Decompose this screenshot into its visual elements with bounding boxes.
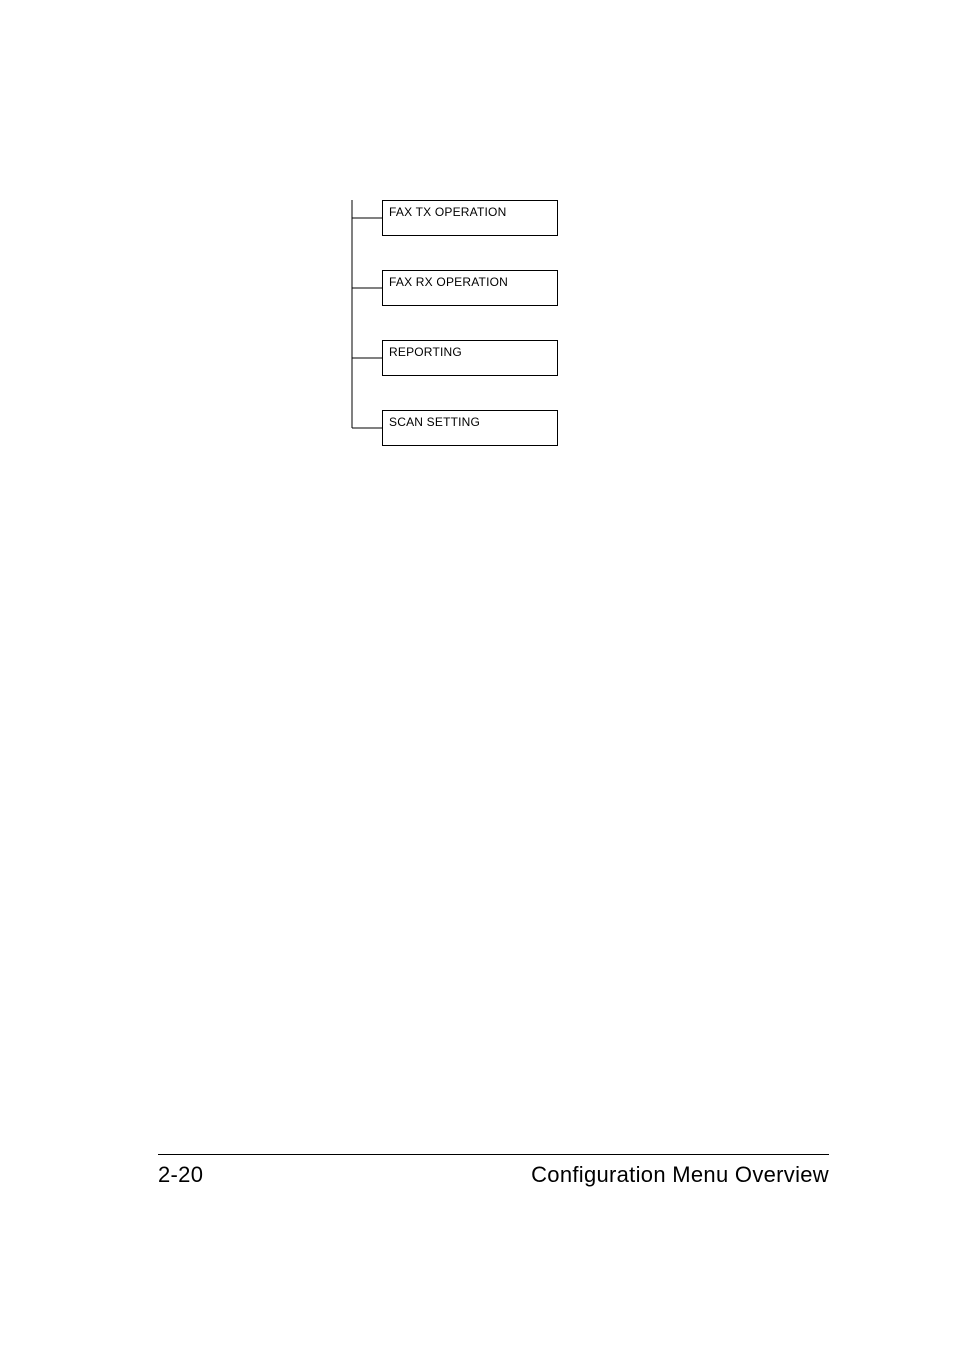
tree-item-label: FAX RX OPERATION	[389, 275, 508, 289]
section-title: Configuration Menu Overview	[531, 1162, 829, 1188]
tree-item-scan-setting: SCAN SETTING	[382, 410, 558, 446]
document-page: FAX TX OPERATION FAX RX OPERATION REPORT…	[0, 0, 954, 1350]
page-number: 2-20	[158, 1162, 203, 1188]
page-footer: 2-20 Configuration Menu Overview	[158, 1162, 829, 1188]
tree-item-label: SCAN SETTING	[389, 415, 480, 429]
tree-item-fax-tx-operation: FAX TX OPERATION	[382, 200, 558, 236]
tree-item-reporting: REPORTING	[382, 340, 558, 376]
tree-item-label: FAX TX OPERATION	[389, 205, 506, 219]
tree-item-fax-rx-operation: FAX RX OPERATION	[382, 270, 558, 306]
tree-item-label: REPORTING	[389, 345, 462, 359]
footer-divider	[158, 1154, 829, 1155]
